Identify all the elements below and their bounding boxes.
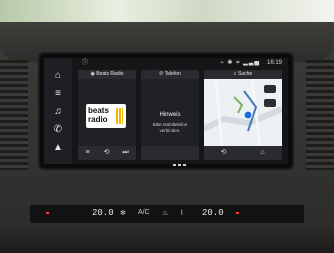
radio-list-button[interactable]: ≡ — [78, 146, 97, 160]
phone-notice-body: Bitte Mobiltelefon verbinden. — [152, 122, 188, 133]
page-dot — [178, 164, 181, 166]
recent-destinations-button[interactable]: ⟲ — [204, 146, 243, 160]
phone-tile-footer — [141, 146, 199, 160]
search-tile-title: Suche — [238, 71, 253, 77]
infotainment-screen: ⓘ ⌁ ✱ ⌗ ▂▃▅ 16:19 ⌂ ≡ ♫ ✆ ▲ ◉ Beats Radi… — [44, 58, 288, 164]
beats-logo-line1: beats — [88, 106, 109, 115]
radio-next-button[interactable]: ⏭ — [116, 146, 135, 160]
radio-tile-title: Beats Radio — [96, 71, 124, 77]
map-graphic — [204, 78, 282, 147]
status-icons: ⌁ ✱ ⌗ ▂▃▅ — [220, 60, 260, 66]
beats-logo-text: beats radio — [88, 106, 109, 124]
radio-mute-button[interactable]: ⟲ — [97, 146, 116, 160]
beats-logo-line2: radio — [88, 115, 108, 124]
right-temperature: 20.0 — [202, 208, 224, 218]
page-dot — [183, 164, 186, 166]
radio-tile[interactable]: ◉ Beats Radio beats radio ≡ ⟲ ⏭ — [78, 70, 136, 160]
left-seat-heater-indicator — [46, 212, 49, 214]
phone-tile-header: ✆ Telefon — [141, 70, 199, 79]
page-indicator — [173, 164, 187, 167]
home-destination-button[interactable]: ⌂ — [243, 146, 282, 160]
page-dot — [173, 164, 176, 166]
radio-controls: ≡ ⟲ ⏭ — [78, 146, 136, 160]
fan-icon[interactable]: ✻ — [120, 209, 126, 217]
clock: 16:19 — [266, 60, 282, 66]
navigation-icon[interactable]: ▲ — [52, 142, 64, 154]
info-icon[interactable]: ⓘ — [82, 58, 88, 68]
ac-label[interactable]: A/C — [138, 209, 150, 216]
phone-tile[interactable]: ✆ Telefon Hinweis Bitte Mobiltelefon ver… — [141, 70, 199, 160]
search-tile-header: ⌕ Suche — [204, 70, 282, 79]
navigation-map[interactable] — [204, 78, 282, 147]
side-rail: ⌂ ≡ ♫ ✆ ▲ — [44, 58, 72, 164]
air-vent-right — [306, 60, 334, 170]
air-vent-left — [0, 60, 28, 170]
home-icon[interactable]: ⌂ — [52, 70, 64, 82]
phone-notice-title: Hinweis — [159, 112, 181, 118]
phone-icon[interactable]: ✆ — [52, 124, 64, 136]
status-bar: ⓘ ⌁ ✱ ⌗ ▂▃▅ 16:19 — [72, 58, 288, 68]
beats-logo-bars — [116, 108, 123, 124]
music-note-icon[interactable]: ♫ — [52, 106, 64, 118]
search-controls: ⟲ ⌂ — [204, 146, 282, 160]
seat-heat-icon[interactable]: ⌇ — [180, 209, 183, 217]
defrost-icon[interactable]: ♨ — [162, 209, 168, 217]
equalizer-icon[interactable]: ≡ — [52, 88, 64, 100]
right-seat-heater-indicator — [236, 212, 239, 214]
beats-radio-logo: beats radio — [86, 104, 126, 128]
center-console — [0, 225, 334, 253]
phone-tile-title: Telefon — [164, 71, 181, 77]
search-tile[interactable]: ⌕ Suche ⟲ ⌂ — [204, 70, 282, 160]
car-infotainment-photo: ⓘ ⌁ ✱ ⌗ ▂▃▅ 16:19 ⌂ ≡ ♫ ✆ ▲ ◉ Beats Radi… — [0, 0, 334, 253]
radio-tile-header: ◉ Beats Radio — [78, 70, 136, 79]
climate-control-panel: 20.0 ✻ A/C ♨ ⌇ 20.0 — [30, 205, 304, 223]
left-temperature: 20.0 — [92, 208, 114, 218]
